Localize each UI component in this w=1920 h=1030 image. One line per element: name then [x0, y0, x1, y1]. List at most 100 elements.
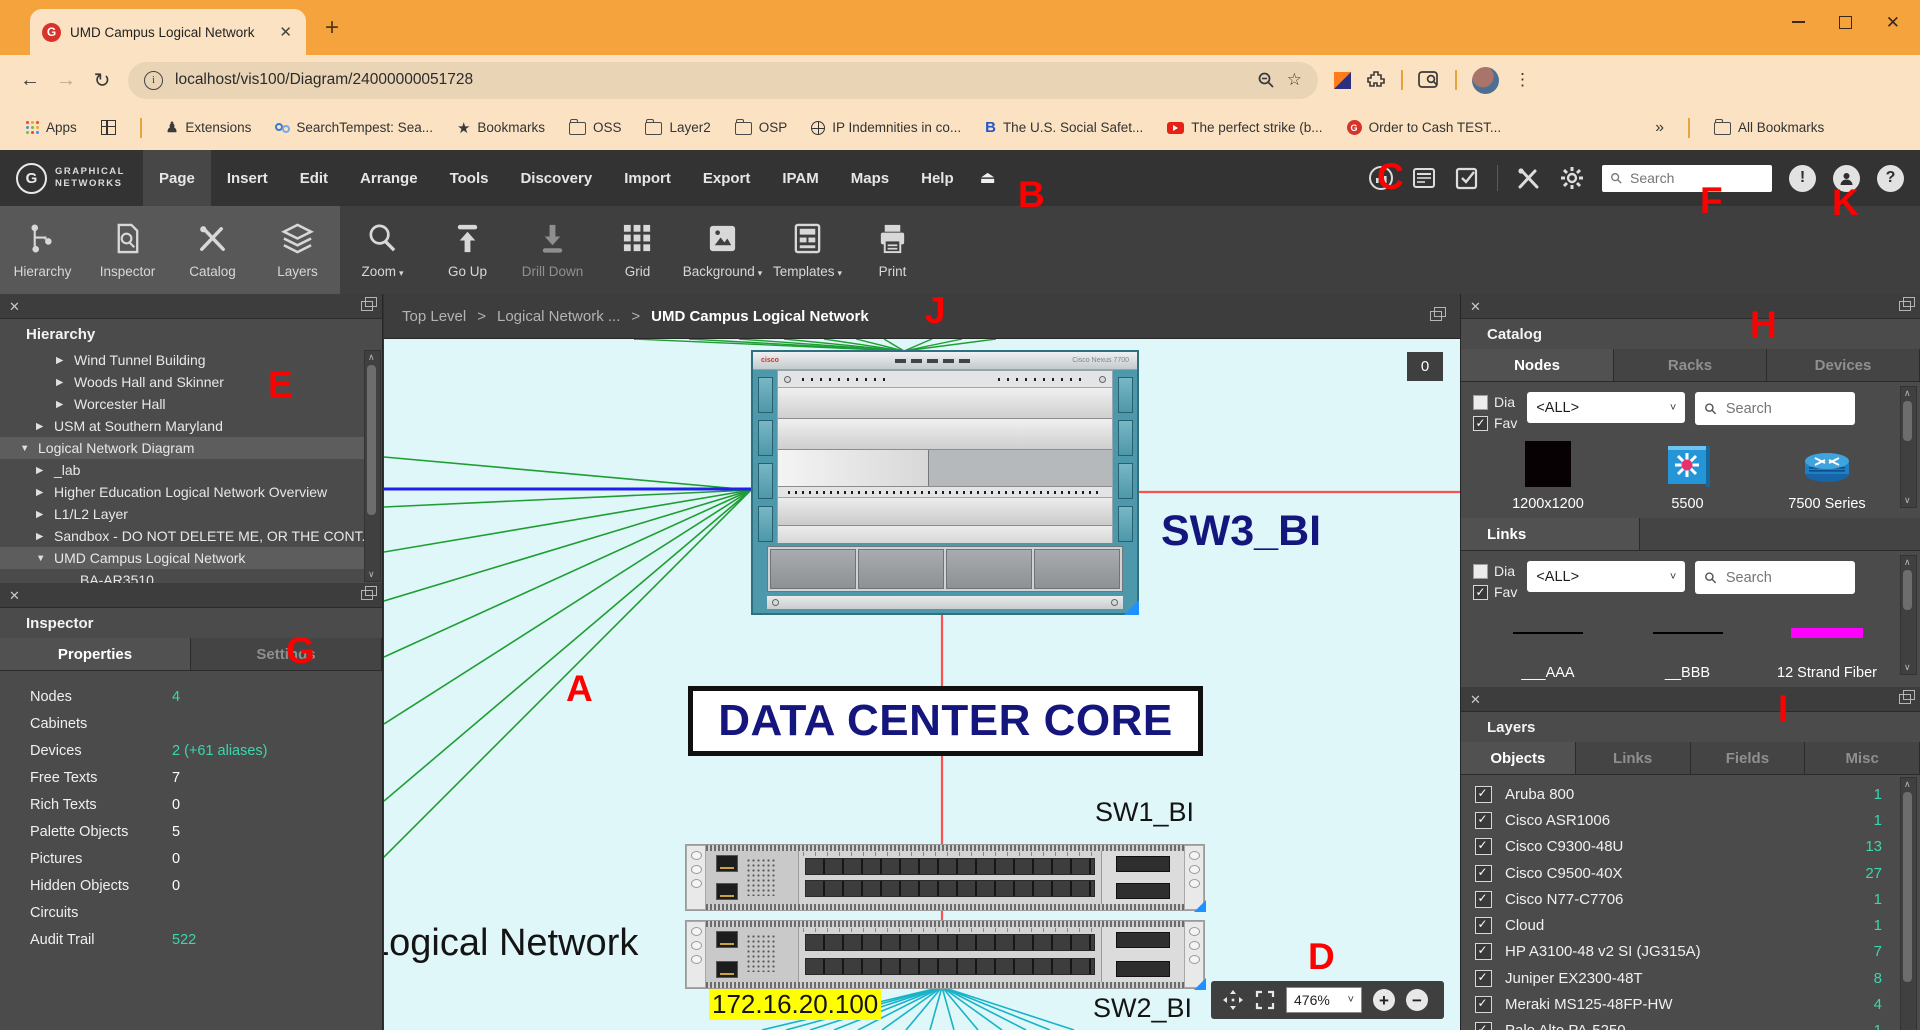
bookmark-order-to-cash[interactable]: GOrder to Cash TEST...: [1347, 120, 1502, 135]
bookmark-bookmarks[interactable]: ★Bookmarks: [457, 119, 545, 137]
tree-expand-icon[interactable]: ▶: [36, 509, 47, 520]
bookmark-folder-layer2[interactable]: Layer2: [645, 120, 710, 135]
fit-to-screen-icon[interactable]: [1255, 990, 1275, 1010]
layer-row[interactable]: Palo Alto PA-52501: [1461, 1018, 1920, 1030]
toolbar-go-up-button[interactable]: Go Up: [425, 206, 510, 294]
toolbar-hierarchy-button[interactable]: Hierarchy: [0, 206, 85, 294]
links-search[interactable]: [1695, 561, 1855, 594]
catalog-link-12-strand-fiber[interactable]: 12 Strand Fiber: [1768, 610, 1886, 681]
tree-item[interactable]: BA-AR3510: [0, 569, 368, 583]
checkbox-checked-icon[interactable]: [1475, 1022, 1492, 1030]
address-bar[interactable]: i localhost/vis100/Diagram/2400000005172…: [128, 62, 1318, 99]
label-sw1[interactable]: SW1_BI: [1095, 797, 1194, 828]
layers-tab[interactable]: Misc: [1805, 742, 1920, 774]
menu-item[interactable]: Import: [608, 150, 687, 206]
menu-item[interactable]: Page: [143, 150, 211, 206]
links-search-input[interactable]: [1724, 569, 1846, 587]
tree-expand-icon[interactable]: ▶: [36, 487, 47, 498]
dia-checkbox[interactable]: Dia: [1473, 394, 1517, 410]
global-search[interactable]: [1602, 165, 1772, 192]
tree-expand-icon[interactable]: ▶: [56, 377, 67, 388]
layer-row[interactable]: Aruba 8001: [1461, 781, 1920, 807]
catalog-search-input[interactable]: [1724, 400, 1846, 418]
tree-item[interactable]: ▶Sandbox - DO NOT DELETE ME, OR THE CONT…: [0, 525, 368, 547]
tree-item[interactable]: ▶USM at Southern Maryland: [0, 415, 368, 437]
popout-panel-icon[interactable]: [1899, 301, 1911, 311]
bookmark-social-safety[interactable]: BThe U.S. Social Safet...: [985, 119, 1143, 136]
checkbox-unchecked-icon[interactable]: [1473, 564, 1488, 579]
tree-item[interactable]: ▶Higher Education Logical Network Overvi…: [0, 481, 368, 503]
fav-checkbox[interactable]: Fav: [1473, 415, 1517, 431]
tree-item[interactable]: ▶Worcester Hall: [0, 393, 368, 415]
bookmarks-overflow-chevron[interactable]: »: [1655, 119, 1664, 137]
menu-item[interactable]: Discovery: [504, 150, 608, 206]
tree-item[interactable]: ▶Wind Tunnel Building: [0, 349, 368, 371]
menu-item[interactable]: Help: [905, 150, 970, 206]
bookmark-searchtempest[interactable]: SearchTempest: Sea...: [275, 120, 433, 135]
device-sw2[interactable]: [685, 920, 1205, 989]
popout-panel-icon[interactable]: [361, 301, 373, 311]
tab-search-icon[interactable]: [1418, 70, 1440, 90]
popout-panel-icon[interactable]: [1430, 311, 1442, 321]
tree-item[interactable]: ▼UMD Campus Logical Network: [0, 547, 368, 569]
toolbar-print-button[interactable]: Print: [850, 206, 935, 294]
tree-expand-icon[interactable]: ▶: [36, 421, 47, 432]
catalog-item-7500-series[interactable]: 7500 Series: [1768, 441, 1886, 512]
bookmark-folder-oss[interactable]: OSS: [569, 120, 622, 135]
close-panel-icon[interactable]: ✕: [9, 300, 20, 313]
bookmark-apps[interactable]: Apps: [26, 120, 77, 135]
checkbox-checked-icon[interactable]: [1475, 917, 1492, 934]
menu-item[interactable]: Export: [687, 150, 767, 206]
layer-row[interactable]: Cisco C9500-40X27: [1461, 860, 1920, 886]
profile-avatar[interactable]: [1472, 67, 1499, 94]
toolbar-zoom-button[interactable]: Zoom▾: [340, 206, 425, 294]
checkbox-checked-icon[interactable]: [1475, 786, 1492, 803]
url-text[interactable]: localhost/vis100/Diagram/24000000051728: [175, 71, 1245, 89]
device-sw3-chassis[interactable]: cisco Cisco Nexus 7700: [751, 350, 1139, 615]
menu-item[interactable]: Arrange: [344, 150, 434, 206]
checkbox-checked-icon[interactable]: [1475, 812, 1492, 829]
toolbar-grid-button[interactable]: Grid: [595, 206, 680, 294]
alerts-icon[interactable]: !: [1789, 165, 1816, 192]
tab-close-icon[interactable]: ✕: [277, 23, 294, 41]
resize-handle[interactable]: [1124, 600, 1139, 615]
zoom-page-icon[interactable]: [1257, 71, 1275, 89]
menu-item[interactable]: Insert: [211, 150, 284, 206]
dia-checkbox[interactable]: Dia: [1473, 563, 1517, 579]
catalog-type-select[interactable]: <ALL>˅: [1527, 392, 1685, 423]
links-type-select[interactable]: <ALL>˅: [1527, 561, 1685, 592]
catalog-tab[interactable]: Devices: [1767, 349, 1920, 381]
toolbar-background-button[interactable]: Background▾: [680, 206, 765, 294]
back-button[interactable]: ←: [12, 62, 48, 98]
extensions-puzzle-icon[interactable]: [1366, 70, 1386, 90]
bookmark-folder-osp[interactable]: OSP: [735, 120, 788, 135]
tree-item[interactable]: ▶L1/L2 Layer: [0, 503, 368, 525]
layer-row[interactable]: Cloud1: [1461, 912, 1920, 938]
menu-item[interactable]: Tools: [434, 150, 505, 206]
links-section-tab[interactable]: Links: [1461, 518, 1640, 550]
tree-item[interactable]: ▼Logical Network Diagram: [0, 437, 368, 459]
catalog-item-1200x1200[interactable]: 1200x1200: [1489, 441, 1607, 512]
zoom-level-select[interactable]: 476%˅: [1286, 987, 1362, 1013]
reload-button[interactable]: ↻: [84, 62, 120, 98]
device-sw1[interactable]: [685, 844, 1205, 911]
layers-tab[interactable]: Fields: [1691, 742, 1806, 774]
catalog-link-bbb[interactable]: __BBB: [1629, 610, 1747, 681]
breadcrumb-item[interactable]: Top Level: [402, 308, 466, 325]
tree-item[interactable]: ▶_lab: [0, 459, 368, 481]
menu-item[interactable]: IPAM: [766, 150, 834, 206]
bookmark-star-icon[interactable]: ☆: [1287, 70, 1302, 90]
app-logo[interactable]: G GRAPHICALNETWORKS: [0, 150, 143, 206]
layer-row[interactable]: HP A3100-48 v2 SI (JG315A)7: [1461, 939, 1920, 965]
tree-expand-icon[interactable]: ▶: [56, 399, 67, 410]
breadcrumb-item[interactable]: Logical Network ...: [497, 308, 620, 325]
tree-item[interactable]: ▶Woods Hall and Skinner: [0, 371, 368, 393]
new-tab-button[interactable]: +: [325, 14, 339, 42]
layer-row[interactable]: Juniper EX2300-48T8: [1461, 965, 1920, 991]
tree-expand-icon[interactable]: ▶: [36, 531, 47, 542]
layer-row[interactable]: Cisco N77-C77061: [1461, 886, 1920, 912]
admin-tools-icon[interactable]: [1515, 165, 1542, 192]
pan-icon[interactable]: [1222, 989, 1244, 1011]
bookmark-youtube[interactable]: The perfect strike (b...: [1167, 120, 1322, 135]
toolbar-drill-down-button[interactable]: Drill Down: [510, 206, 595, 294]
